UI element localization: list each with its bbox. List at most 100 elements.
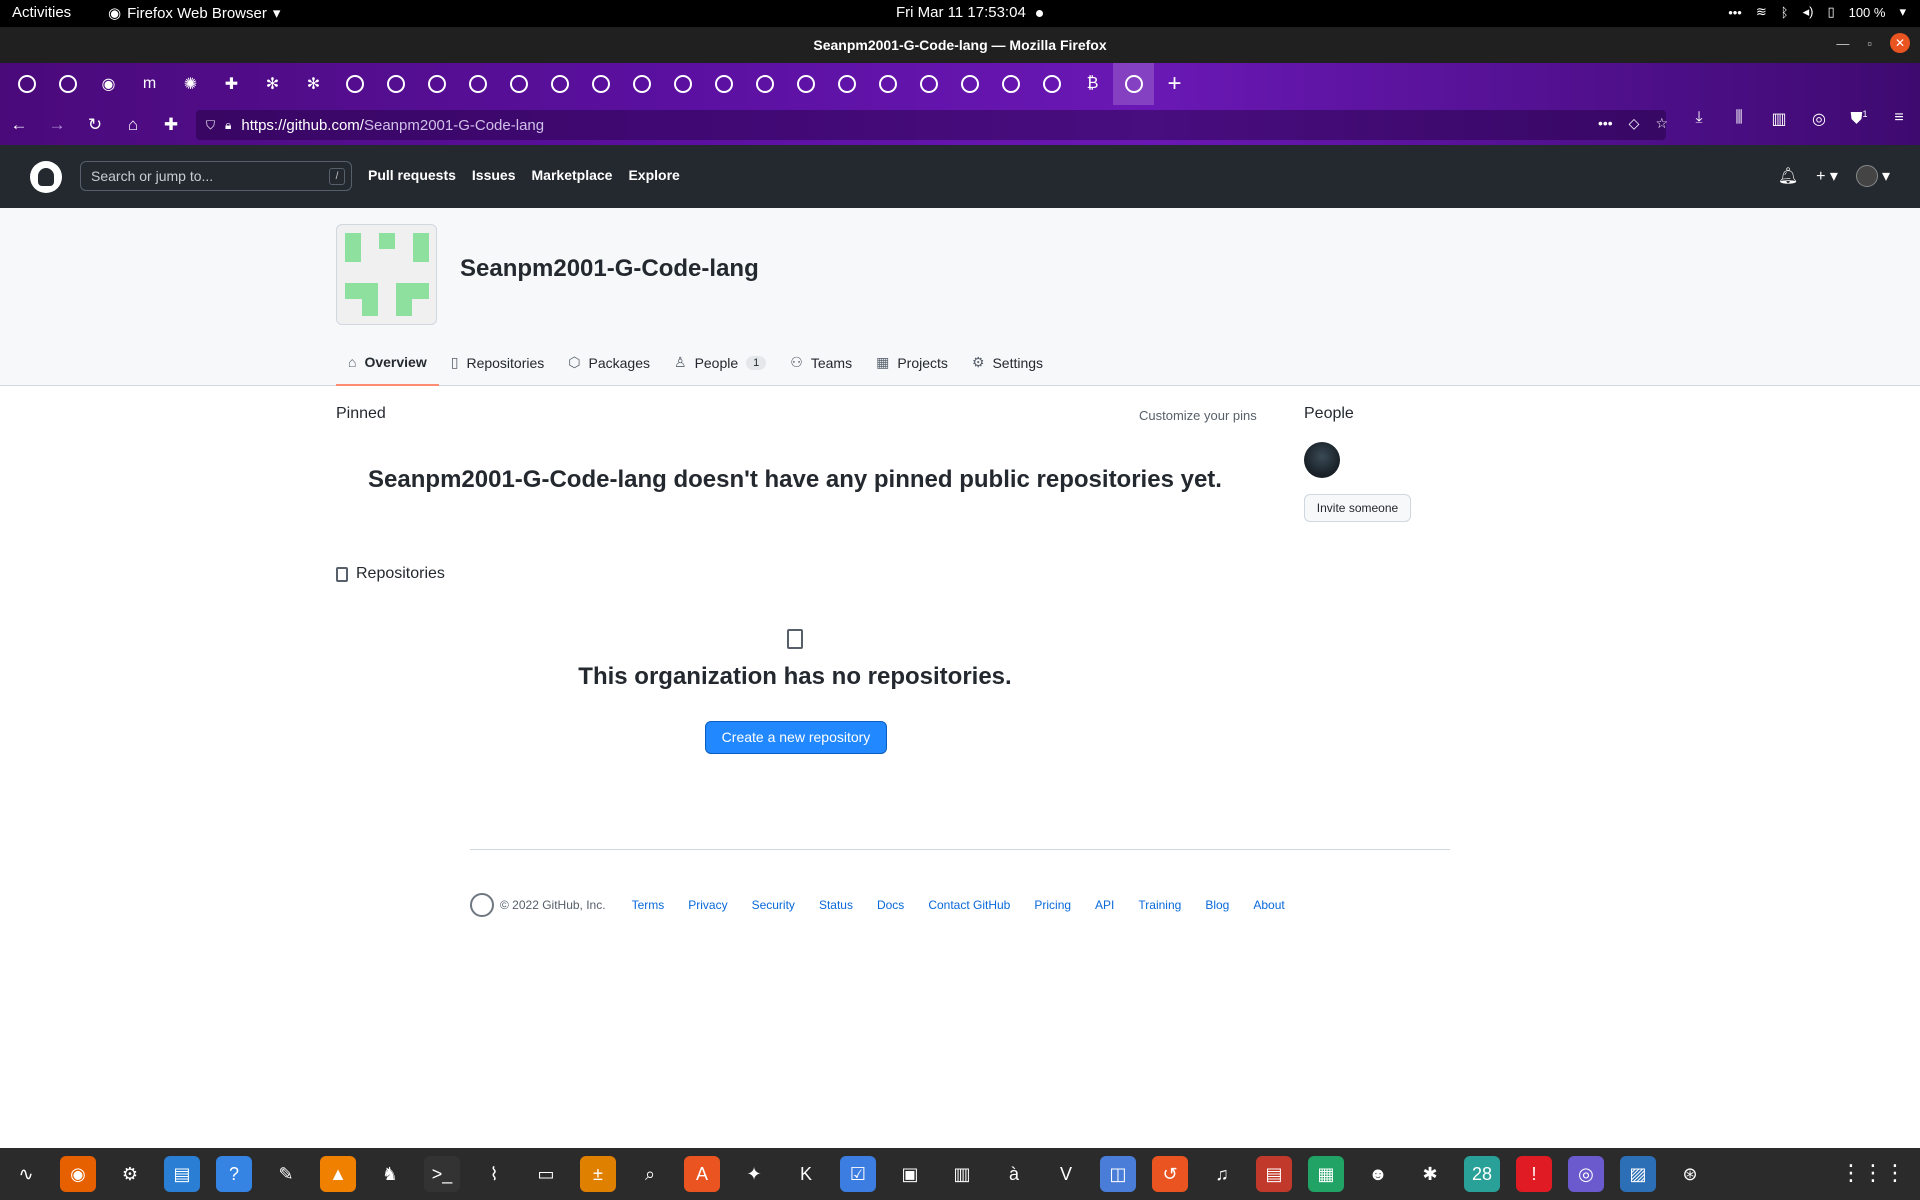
backup-icon[interactable]: ↺	[1152, 1156, 1188, 1192]
footer-link[interactable]: Contact GitHub	[928, 898, 1010, 912]
user-menu[interactable]: ▾	[1855, 165, 1890, 187]
tab-packages[interactable]: ⬡ Packages	[556, 339, 662, 386]
tab-people[interactable]: ♙ People 1	[662, 339, 778, 386]
browser-tab[interactable]: ✚	[211, 63, 252, 105]
character-map-icon[interactable]: à	[996, 1156, 1032, 1192]
ublock-icon[interactable]: ⛊1	[1846, 109, 1872, 129]
create-repository-button[interactable]: Create a new repository	[705, 721, 887, 754]
pdf-icon[interactable]: ▤	[1256, 1156, 1292, 1192]
activities-button[interactable]: Activities	[12, 4, 71, 21]
footer-link[interactable]: Blog	[1205, 898, 1229, 912]
tab-projects[interactable]: ▦ Projects	[864, 339, 960, 386]
chess-icon[interactable]: ♞	[372, 1156, 408, 1192]
nav-pull-requests[interactable]: Pull requests	[368, 167, 456, 183]
system-monitor-icon[interactable]: ∿	[8, 1156, 44, 1192]
tab-repositories[interactable]: ▯ Repositories	[439, 339, 557, 386]
help-icon[interactable]: ?	[216, 1156, 252, 1192]
files-icon[interactable]: ▭	[528, 1156, 564, 1192]
home-icon[interactable]: ⌂	[114, 109, 152, 141]
url-bar[interactable]: ⛉ 🔒︎ https://github.com/Seanpm2001-G-Cod…	[196, 110, 1666, 140]
extensions-puzzle-icon[interactable]: ✚	[152, 109, 190, 141]
browser-tab[interactable]	[334, 63, 375, 105]
graph-icon[interactable]: ⌇	[476, 1156, 512, 1192]
browser-tab[interactable]	[867, 63, 908, 105]
browser-tab[interactable]	[744, 63, 785, 105]
software-center-icon[interactable]: A	[684, 1156, 720, 1192]
page-actions-icon[interactable]: •••	[1598, 115, 1613, 132]
screenshot-icon[interactable]: ▣	[892, 1156, 928, 1192]
library-icon[interactable]: ⫼	[1726, 109, 1752, 129]
system-tray[interactable]: ••• ≋ ᛒ ◂) ▯ 100 % ▾	[1728, 4, 1906, 20]
vlc-icon[interactable]: ▲	[320, 1156, 356, 1192]
new-tab-button[interactable]: +	[1154, 63, 1195, 105]
sidebar-icon[interactable]: ▥	[1766, 109, 1792, 129]
browser-tab[interactable]	[621, 63, 662, 105]
create-new-dropdown[interactable]: + ▾	[1816, 166, 1838, 186]
launcher-icon[interactable]: ⊛	[1672, 1156, 1708, 1192]
footer-link[interactable]: Training	[1138, 898, 1181, 912]
browser-tab[interactable]	[949, 63, 990, 105]
maximize-icon[interactable]: ▫	[1867, 36, 1872, 51]
browser-tab[interactable]	[785, 63, 826, 105]
screen-recorder-icon[interactable]: ◎	[1568, 1156, 1604, 1192]
browser-tab[interactable]	[498, 63, 539, 105]
browser-tab[interactable]	[457, 63, 498, 105]
github-logo-icon[interactable]	[30, 161, 62, 193]
vim-icon[interactable]: V	[1048, 1156, 1084, 1192]
browser-tab[interactable]: m	[129, 63, 170, 105]
show-applications-icon[interactable]: ⋮⋮⋮	[1840, 1160, 1906, 1186]
browser-tab[interactable]: ✻	[252, 63, 293, 105]
invite-someone-button[interactable]: Invite someone	[1304, 494, 1411, 522]
pocket-icon[interactable]: ◇	[1629, 115, 1640, 132]
tab-overview[interactable]: ⌂ Overview	[336, 339, 439, 386]
bug-icon[interactable]: ✱	[1412, 1156, 1448, 1192]
tab-settings[interactable]: ⚙ Settings	[960, 339, 1055, 386]
browser-tab[interactable]	[826, 63, 867, 105]
forward-icon[interactable]: →	[38, 109, 76, 141]
footer-link[interactable]: Docs	[877, 898, 904, 912]
search-input[interactable]: Search or jump to... /	[80, 161, 352, 191]
terminal-icon[interactable]: >_	[424, 1156, 460, 1192]
browser-tab[interactable]	[662, 63, 703, 105]
tasks-icon[interactable]: ☑	[840, 1156, 876, 1192]
github-logo-icon[interactable]	[470, 893, 494, 917]
clock[interactable]: Fri Mar 11 17:53:04	[896, 4, 1043, 21]
photos-icon[interactable]: ▨	[1620, 1156, 1656, 1192]
customize-pins-link[interactable]: Customize your pins	[1139, 408, 1257, 423]
browser-tab[interactable]	[990, 63, 1031, 105]
downloads-icon[interactable]: ⤓	[1686, 109, 1712, 129]
spreadsheet-icon[interactable]: ▦	[1308, 1156, 1344, 1192]
footer-link[interactable]: Privacy	[688, 898, 727, 912]
nav-marketplace[interactable]: Marketplace	[532, 167, 613, 183]
footer-link[interactable]: About	[1253, 898, 1284, 912]
browser-tab[interactable]	[416, 63, 457, 105]
footer-link[interactable]: API	[1095, 898, 1114, 912]
close-icon[interactable]: ✕	[1890, 33, 1910, 53]
browser-tab[interactable]: ✻	[293, 63, 334, 105]
footer-link[interactable]: Terms	[632, 898, 665, 912]
browser-tab[interactable]	[539, 63, 580, 105]
browser-tab[interactable]: ◉	[88, 63, 129, 105]
browser-tab[interactable]	[1113, 63, 1154, 105]
search-icon[interactable]: ⌕	[632, 1156, 668, 1192]
nav-issues[interactable]: Issues	[472, 167, 516, 183]
music-icon[interactable]: ♫	[1204, 1156, 1240, 1192]
tab-teams[interactable]: ⚇ Teams	[778, 339, 864, 386]
footer-link[interactable]: Security	[752, 898, 795, 912]
writer-icon[interactable]: ▤	[164, 1156, 200, 1192]
avatar[interactable]	[1304, 442, 1340, 478]
mario-icon[interactable]: ☻	[1360, 1156, 1396, 1192]
browser-tab[interactable]	[47, 63, 88, 105]
browser-tab[interactable]	[908, 63, 949, 105]
calendar-icon[interactable]: 28	[1464, 1156, 1500, 1192]
browser-tab[interactable]: ✺	[170, 63, 211, 105]
alert-icon[interactable]: !	[1516, 1156, 1552, 1192]
inkscape-icon[interactable]: ✦	[736, 1156, 772, 1192]
browser-tab[interactable]	[1031, 63, 1072, 105]
bookmark-star-icon[interactable]: ☆	[1655, 115, 1668, 132]
minimize-icon[interactable]: —	[1836, 36, 1849, 51]
menu-icon[interactable]: ≡	[1886, 109, 1912, 129]
browser-tab[interactable]	[580, 63, 621, 105]
browser-tab[interactable]	[703, 63, 744, 105]
nav-explore[interactable]: Explore	[628, 167, 679, 183]
